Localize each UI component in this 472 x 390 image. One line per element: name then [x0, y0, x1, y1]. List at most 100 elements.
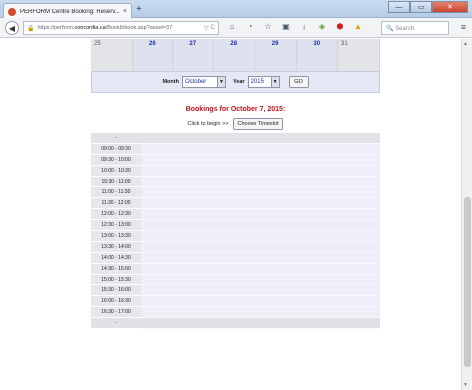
scroll-down-icon[interactable]: ▼ — [463, 382, 468, 388]
home-icon[interactable]: ⌂ — [226, 22, 238, 31]
star-icon[interactable]: ☆ — [262, 22, 274, 31]
table-row: 12:00 - 12:30 — [91, 209, 380, 221]
scroll-up-icon[interactable]: ▲ — [463, 41, 468, 47]
back-icon[interactable]: ◀ — [5, 21, 19, 35]
time-cell: 15:30 - 16:00 — [91, 285, 141, 297]
booking-cell[interactable] — [141, 209, 380, 221]
tab-title: PERFORM Centre Booking: Reserv... — [20, 8, 120, 15]
booking-cell[interactable] — [141, 176, 380, 188]
abp-icon[interactable]: ⬢ — [334, 22, 346, 31]
new-tab-button[interactable]: + — [136, 4, 142, 15]
download-icon[interactable]: ↓ — [298, 22, 310, 31]
booking-cell[interactable] — [141, 220, 380, 232]
time-cell: 16:30 - 17:00 — [91, 307, 141, 319]
booking-cell[interactable] — [141, 231, 380, 242]
rss-icon[interactable]: ◔ — [244, 22, 256, 31]
time-cell: 14:30 - 15:00 — [91, 263, 141, 275]
time-cell: 15:00 - 15:30 — [91, 274, 141, 286]
navigation-bar: ◀ 🔒 https://perform.concordia.ca/BookIt/… — [0, 18, 472, 38]
maximize-button[interactable]: ▭ — [410, 1, 432, 13]
table-row: 09:00 - 09:30 — [91, 143, 380, 155]
table-row: 10:00 - 10:30 — [91, 165, 380, 177]
month-year-selector: Month October ▼ Year 2015 ▼ GO — [91, 71, 380, 93]
time-cell: 10:00 - 10:30 — [91, 165, 141, 177]
menu-icon[interactable]: ≡ — [461, 22, 466, 32]
booking-cell[interactable] — [141, 285, 380, 297]
address-bar[interactable]: 🔒 https://perform.concordia.ca/BookIt/bo… — [23, 21, 219, 35]
table-row: 14:30 - 15:00 — [91, 263, 380, 275]
toolbar-icons: ⌂ ◔ ☆ ▣ ↓ ◈ ⬢ ▲ — [226, 22, 364, 31]
booking-cell[interactable] — [141, 252, 380, 264]
month-value: October — [184, 79, 207, 85]
reload-icon[interactable]: C — [211, 25, 215, 31]
calendar-day[interactable]: 25 — [91, 39, 133, 71]
warning-icon[interactable]: ▲ — [352, 22, 364, 31]
time-cell: 11:00 - 11:30 — [91, 187, 141, 199]
booking-cell[interactable] — [141, 263, 380, 275]
title-bar: PERFORM Centre Booking: Reserv... × + ▼ … — [0, 0, 472, 19]
addon-icon[interactable]: ◈ — [316, 22, 328, 31]
table-row: 11:00 - 11:30 — [91, 187, 380, 199]
calendar-day[interactable]: 27 — [173, 39, 214, 71]
scrollbar-thumb[interactable] — [464, 197, 471, 367]
url-dropdown-icon[interactable]: ▽ — [204, 25, 209, 32]
table-row: 16:00 - 16:30 — [91, 296, 380, 308]
booking-cell[interactable] — [141, 187, 380, 199]
close-tab-icon[interactable]: × — [123, 8, 127, 15]
browser-tab[interactable]: PERFORM Centre Booking: Reserv... × — [3, 3, 132, 19]
booking-cell[interactable] — [141, 154, 380, 166]
booking-cell[interactable] — [141, 274, 380, 286]
table-row: 12:30 - 13:00 — [91, 220, 380, 232]
table-row: 11:30 - 12:00 — [91, 198, 380, 210]
calendar-day[interactable]: 31 — [338, 39, 380, 71]
year-select[interactable]: 2015 ▼ — [247, 76, 280, 88]
table-row: 10:30 - 11:00 — [91, 176, 380, 188]
go-button[interactable]: GO — [288, 76, 309, 88]
chevron-down-icon: ▼ — [216, 77, 225, 87]
table-row: 09:30 - 10:00 — [91, 154, 380, 166]
booking-cell — [141, 318, 380, 330]
table-row: 13:30 - 14:00 — [91, 241, 380, 253]
month-label: Month — [162, 79, 179, 85]
time-cell: 11:30 - 12:00 — [91, 198, 141, 210]
year-label: Year — [232, 79, 245, 85]
calendar-week-row: 25 26 27 28 29 30 31 — [91, 39, 380, 71]
table-row: 14:00 - 14:30 — [91, 252, 380, 264]
url-text: https://perform.concordia.ca/BookIt/book… — [37, 25, 173, 31]
calendar-day[interactable]: 29 — [255, 39, 297, 71]
booking-cell[interactable] — [141, 296, 380, 308]
year-value: 2015 — [250, 79, 264, 85]
booking-cell[interactable] — [141, 307, 380, 319]
table-header-row: - — [91, 133, 380, 144]
time-cell: 12:30 - 13:00 — [91, 220, 141, 232]
chevron-down-icon: ▼ — [270, 77, 279, 87]
close-window-button[interactable]: ✕ — [432, 1, 468, 13]
time-cell: - — [91, 318, 141, 330]
month-select[interactable]: October ▼ — [181, 76, 226, 88]
time-cell: 09:30 - 10:00 — [91, 154, 141, 166]
time-cell: - — [91, 133, 141, 144]
page-content: 25 26 27 28 29 30 31 Month October ▼ Yea… — [0, 39, 461, 390]
booking-cell[interactable] — [141, 241, 380, 253]
begin-row: Click to begin >> Choose Timeslot — [91, 118, 380, 130]
favicon-icon — [8, 7, 16, 16]
search-input[interactable]: 🔍 Search — [381, 21, 449, 35]
choose-timeslot-button[interactable]: Choose Timeslot — [232, 118, 284, 130]
booking-cell[interactable] — [141, 143, 380, 155]
calendar-day[interactable]: 28 — [214, 39, 255, 71]
time-cell: 12:00 - 12:30 — [91, 209, 141, 221]
booking-cell[interactable] — [141, 198, 380, 210]
clipboard-icon[interactable]: ▣ — [280, 22, 292, 31]
calendar-day[interactable]: 30 — [297, 39, 338, 71]
vertical-scrollbar[interactable]: ▲ ▼ — [461, 39, 472, 390]
minimize-button[interactable]: — — [388, 1, 410, 13]
table-row: 15:30 - 16:00 — [91, 285, 380, 297]
bookings-table: - 09:00 - 09:30 09:30 - 10:00 10:00 - 10… — [91, 133, 380, 330]
lock-icon: 🔒 — [27, 25, 35, 32]
window-controls: — ▭ ✕ — [388, 1, 468, 13]
time-cell: 09:00 - 09:30 — [91, 143, 141, 155]
booking-cell[interactable] — [141, 165, 380, 177]
calendar-day[interactable]: 26 — [133, 39, 173, 71]
time-cell: 14:00 - 14:30 — [91, 252, 141, 264]
begin-text: Click to begin >> — [187, 121, 229, 127]
